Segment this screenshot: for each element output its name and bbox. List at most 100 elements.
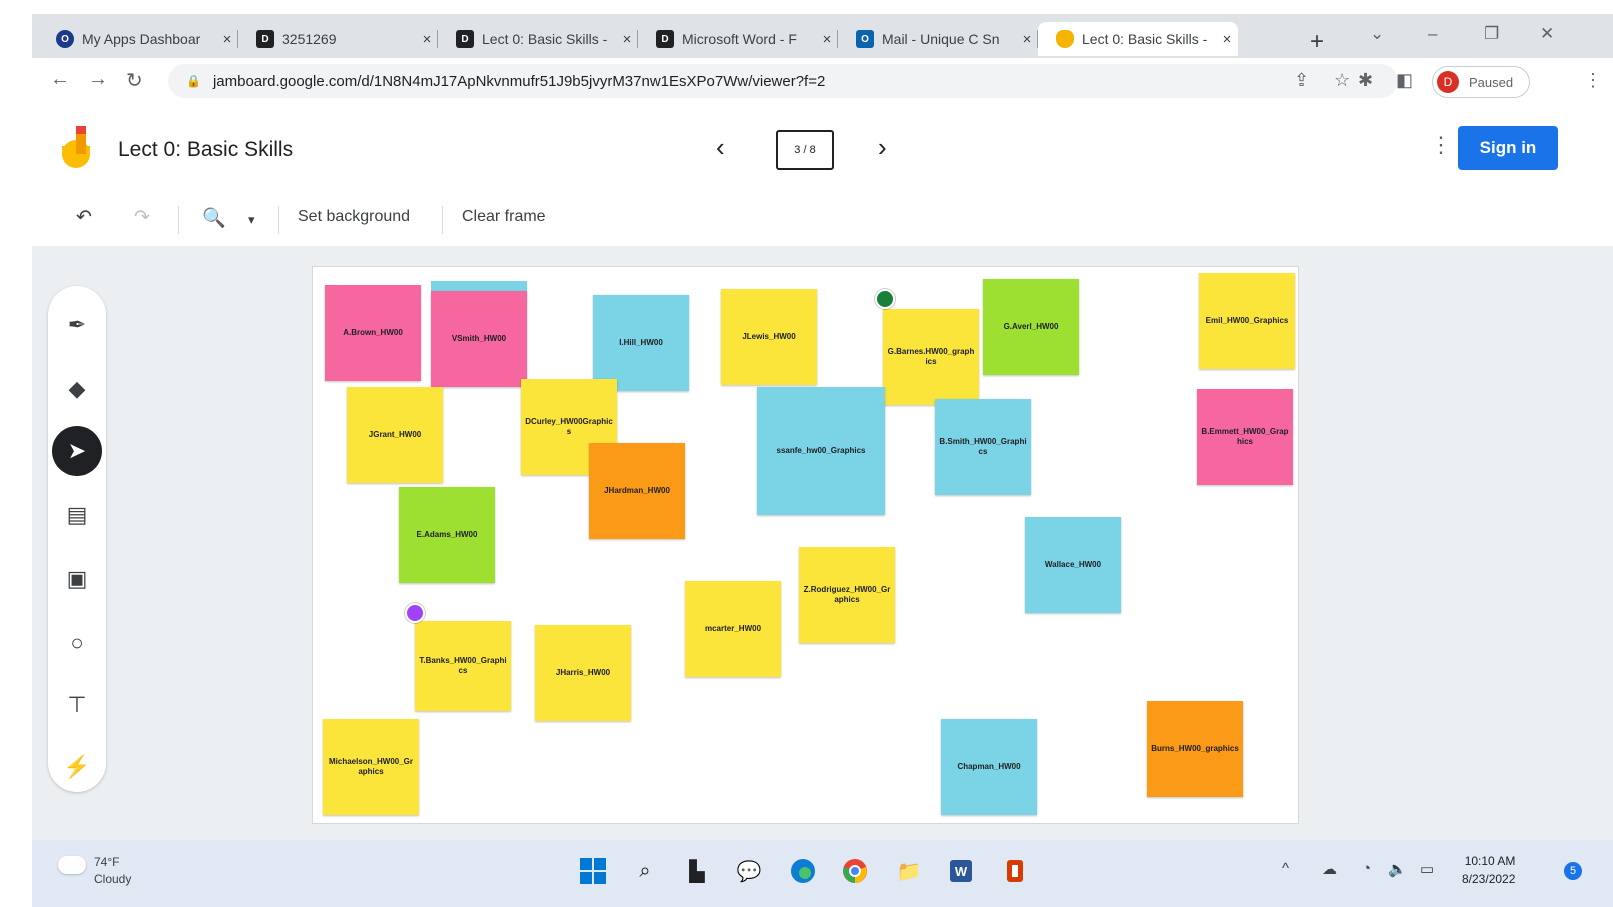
reload-icon[interactable]: ↻ [126,68,143,93]
sticky-note-icon[interactable]: ▤ [52,490,102,540]
circle-shape-icon[interactable]: ○ [52,618,102,668]
sticky-note[interactable]: JHarris_HW00 [535,625,631,721]
back-icon[interactable]: ← [50,68,70,91]
laser-icon[interactable]: ⚡ [52,742,102,792]
chat-icon[interactable]: 💬 [734,856,764,886]
close-icon[interactable]: × [416,31,438,48]
onedrive-icon[interactable]: ☁ [1322,860,1337,878]
undo-icon[interactable]: ↶ [76,206,92,229]
close-icon[interactable]: × [816,31,838,48]
browser-tab[interactable]: O My Apps Dashboar × [38,22,238,56]
sticky-note[interactable]: B.Emmett_HW00_Graphics [1197,389,1293,485]
sticky-note[interactable]: B.Smith_HW00_Graphics [935,399,1031,495]
profile-button[interactable]: D Paused [1432,66,1530,98]
clear-frame-button[interactable]: Clear frame [462,208,546,226]
sticky-note[interactable]: Z.Rodriguez_HW00_Graphics [799,547,895,643]
sticky-note[interactable]: JHardman_HW00 [589,443,685,539]
d2l-icon: D [656,30,674,48]
browser-menu-icon[interactable]: ⋮ [1584,70,1602,91]
browser-tab[interactable]: D Lect 0: Basic Skills - × [438,22,638,56]
weather-widget[interactable]: 74°F Cloudy [58,854,131,888]
sticky-note[interactable]: T.Banks_HW00_Graphics [415,621,511,711]
tab-title: My Apps Dashboar [82,31,201,47]
restore-icon[interactable]: ❐ [1484,24,1499,44]
close-icon[interactable]: × [216,31,238,48]
file-explorer-icon[interactable]: 📁 [894,856,924,886]
eraser-icon[interactable]: ◆ [52,364,102,414]
minimize-icon[interactable]: – [1428,24,1437,44]
chrome-icon[interactable] [840,856,870,886]
select-pointer-icon[interactable]: ➤ [52,426,102,476]
notification-badge[interactable]: 5 [1564,862,1582,880]
sticky-note[interactable]: Burns_HW00_graphics [1147,701,1243,797]
office-icon[interactable] [1000,856,1030,886]
text-box-icon[interactable]: ⊤ [52,680,102,730]
tab-title: Microsoft Word - F [682,31,797,47]
d2l-icon: D [456,30,474,48]
sticky-note[interactable]: Michaelson_HW00_Graphics [323,719,419,815]
browser-tab-active[interactable]: Lect 0: Basic Skills - × [1038,22,1238,56]
lock-icon[interactable]: 🔒 [186,74,201,88]
sticky-note[interactable]: ssanfe_hw00_Graphics [757,387,885,515]
omnibox[interactable]: 🔒 jamboard.google.com/d/1N8N4mJ17ApNkvnm… [168,64,1398,98]
sticky-note[interactable]: Wallace_HW00 [1025,517,1121,613]
browser-tab[interactable]: D Microsoft Word - F × [638,22,838,56]
pen-icon[interactable]: ✒ [52,300,102,350]
zoom-icon[interactable]: 🔍 [202,206,226,230]
sticky-note[interactable]: JLewis_HW00 [721,289,817,385]
bookmark-star-icon[interactable]: ☆ [1334,70,1350,91]
word-icon[interactable]: W [946,856,976,886]
app-header: Lect 0: Basic Skills ‹ 3 / 8 › ⋮ Sign in [32,106,1613,193]
close-icon[interactable]: × [1016,31,1038,48]
more-options-icon[interactable]: ⋮ [1430,132,1452,158]
extensions-icon[interactable]: ✱ [1358,70,1373,91]
tab-search-icon[interactable]: ⌄ [1370,24,1384,44]
jam-frame[interactable]: A.Brown_HW00 VSmith_HW00 I.Hill_HW00 JLe… [312,266,1299,824]
battery-icon[interactable]: ▭ [1420,860,1434,878]
new-tab-icon[interactable]: + [1310,28,1324,56]
sticky-note[interactable]: VSmith_HW00 [431,291,527,387]
jamboard-logo [62,126,90,168]
search-icon[interactable]: ⌕ [630,856,660,886]
side-panel-icon[interactable]: ◧ [1396,70,1413,91]
sticky-note[interactable]: G.Barnes.HW00_graphics [883,309,979,405]
chevron-up-icon[interactable]: ^ [1282,860,1289,877]
prev-frame-icon[interactable]: ‹ [716,132,725,163]
set-background-button[interactable]: Set background [298,208,410,226]
tab-title: Lect 0: Basic Skills - [482,31,608,47]
weather-temp: 74°F [94,855,120,869]
next-frame-icon[interactable]: › [878,132,887,163]
sign-in-button[interactable]: Sign in [1458,126,1558,170]
forward-icon[interactable]: → [88,68,108,91]
sticky-note[interactable]: mcarter_HW00 [685,581,781,677]
frame-bar-button[interactable]: 3 / 8 [776,126,835,170]
sticky-note[interactable]: I.Hill_HW00 [593,295,689,391]
sticky-note[interactable]: E.Adams_HW00 [399,487,495,583]
url-text[interactable]: jamboard.google.com/d/1N8N4mJ17ApNkvnmuf… [213,73,825,90]
sticky-note[interactable]: Chapman_HW00 [941,719,1037,815]
wifi-icon[interactable]: ◔ [1362,860,1371,877]
task-view-icon[interactable]: ▙ [682,856,712,886]
redo-icon[interactable]: ↷ [134,206,150,229]
jamboard-icon [1056,30,1074,48]
edge-icon[interactable] [788,856,818,886]
screen: O My Apps Dashboar × D 3251269 × D Lect … [32,14,1613,907]
add-image-icon[interactable]: ▣ [52,554,102,604]
browser-tab[interactable]: O Mail - Unique C Sn × [838,22,1038,56]
close-icon[interactable]: × [1216,31,1238,48]
volume-icon[interactable]: 🔈 [1388,860,1407,878]
start-icon[interactable] [578,856,608,886]
cloud-icon [58,856,86,874]
weather-condition: Cloudy [94,871,132,886]
sticky-note[interactable]: G.Averl_HW00 [983,279,1079,375]
clock-time: 10:10 AM [1464,854,1516,868]
sticky-note[interactable]: A.Brown_HW00 [325,285,421,381]
close-window-icon[interactable]: ✕ [1540,24,1554,44]
sticky-note[interactable]: Emil_HW00_Graphics [1199,273,1295,369]
system-clock[interactable]: 10:10 AM 8/23/2022 [1462,852,1515,888]
browser-tab[interactable]: D 3251269 × [238,22,438,56]
close-icon[interactable]: × [616,31,638,48]
zoom-dropdown-icon[interactable]: ▾ [248,212,255,228]
share-icon[interactable]: ⇪ [1294,70,1309,91]
sticky-note[interactable]: JGrant_HW00 [347,387,443,483]
